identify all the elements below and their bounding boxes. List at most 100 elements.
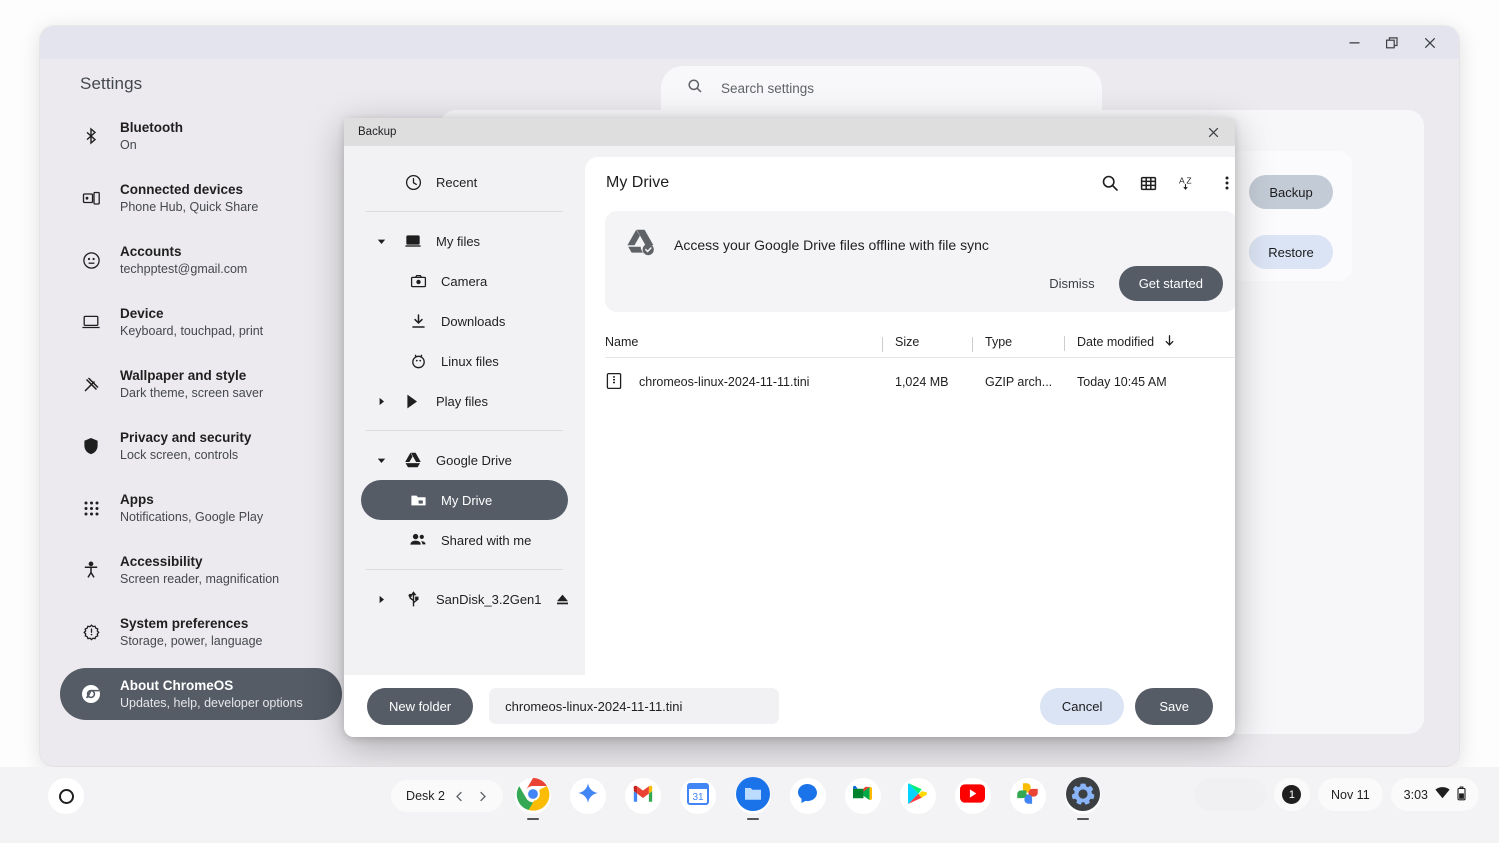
shelf-app-files[interactable]: [735, 778, 771, 814]
dismiss-button[interactable]: Dismiss: [1037, 268, 1107, 299]
sidebar-item-recent[interactable]: Recent: [361, 162, 568, 202]
shelf-app-youtube[interactable]: [955, 778, 991, 814]
sidebar-item-sandisk[interactable]: SanDisk_3.2Gen1: [361, 579, 568, 619]
divider: [366, 569, 563, 570]
svg-text:A: A: [1179, 175, 1185, 185]
file-picker-titlebar: Backup: [344, 118, 1235, 146]
table-header-row: Name Size Type Date modified: [605, 326, 1235, 358]
shelf-app-gemini[interactable]: [570, 778, 606, 814]
sidebar-item-connected-devices[interactable]: Connected devices Phone Hub, Quick Share: [60, 172, 342, 224]
sidebar-item-sublabel: Notifications, Google Play: [120, 510, 263, 525]
play-store-icon: [403, 393, 423, 410]
column-header-date-modified[interactable]: Date modified: [1077, 334, 1235, 350]
column-header-name[interactable]: Name: [605, 335, 895, 349]
sidebar-item-system-preferences[interactable]: System preferences Storage, power, langu…: [60, 606, 342, 658]
sidebar-item-label: Linux files: [441, 354, 499, 369]
chevron-right-icon[interactable]: [475, 791, 491, 802]
chevron-down-icon[interactable]: [373, 237, 390, 246]
sidebar-item-privacy-and-security[interactable]: Privacy and security Lock screen, contro…: [60, 420, 342, 472]
shelf-app-settings[interactable]: [1065, 778, 1101, 814]
search-icon[interactable]: [1093, 167, 1126, 200]
notification-count: 1: [1282, 785, 1301, 804]
sidebar-item-wallpaper-and-style[interactable]: Wallpaper and style Dark theme, screen s…: [60, 358, 342, 410]
sidebar-item-my-files[interactable]: My files: [361, 221, 568, 261]
more-vert-icon[interactable]: [1210, 167, 1235, 200]
close-icon[interactable]: [1197, 118, 1229, 146]
settings-titlebar: [40, 26, 1459, 59]
cancel-button[interactable]: Cancel: [1040, 688, 1124, 725]
sidebar-item-my-drive[interactable]: My Drive: [361, 480, 568, 520]
clock-icon: [403, 174, 423, 191]
handwriting-input-button[interactable]: [1194, 778, 1266, 811]
table-row[interactable]: chromeos-linux-2024-11-11.tini 1,024 MB …: [605, 359, 1235, 405]
play-store-icon: [907, 782, 928, 810]
save-button[interactable]: Save: [1135, 688, 1213, 725]
minimize-icon[interactable]: [1335, 28, 1373, 58]
cell-date-modified: Today 10:45 AM: [1077, 375, 1235, 389]
desk-label: Desk 2: [406, 789, 445, 803]
new-folder-button[interactable]: New folder: [367, 688, 473, 725]
sidebar-item-linux-files[interactable]: Linux files: [361, 341, 568, 381]
shelf-app-gmail[interactable]: [625, 778, 661, 814]
account-icon: [80, 249, 102, 271]
status-chip[interactable]: 3:03: [1391, 778, 1479, 811]
shelf-app-messages[interactable]: [790, 778, 826, 814]
system-tray: 1 Nov 11 3:03: [1194, 778, 1479, 811]
sidebar-item-downloads[interactable]: Downloads: [361, 301, 568, 341]
sidebar-item-label: Connected devices: [120, 182, 258, 198]
sidebar-item-bluetooth[interactable]: Bluetooth On: [60, 110, 342, 162]
shelf-app-photos[interactable]: [1010, 778, 1046, 814]
backup-button[interactable]: Backup: [1249, 175, 1333, 209]
desk-switcher[interactable]: Desk 2: [391, 780, 503, 812]
sidebar-item-accounts[interactable]: Accounts techpptest@gmail.com: [60, 234, 342, 286]
people-icon: [408, 531, 428, 549]
sidebar-item-label: My Drive: [441, 493, 492, 508]
shelf-app-chrome[interactable]: [515, 778, 551, 814]
grid-view-icon[interactable]: [1132, 167, 1165, 200]
archive-file-icon: [605, 372, 623, 393]
filename-input[interactable]: chromeos-linux-2024-11-11.tini: [489, 688, 779, 724]
sidebar-item-play-files[interactable]: Play files: [361, 381, 568, 421]
chevron-left-icon[interactable]: [452, 791, 468, 802]
column-header-date-label: Date modified: [1077, 335, 1154, 349]
sidebar-item-accessibility[interactable]: Accessibility Screen reader, magnificati…: [60, 544, 342, 596]
shelf-app-play-store[interactable]: [900, 778, 936, 814]
eject-icon[interactable]: [555, 592, 570, 607]
sidebar-item-apps[interactable]: Apps Notifications, Google Play: [60, 482, 342, 534]
sidebar-item-sublabel: Lock screen, controls: [120, 448, 251, 463]
svg-text:Z: Z: [1186, 175, 1191, 185]
notification-badge[interactable]: 1: [1274, 778, 1310, 811]
sidebar-item-camera[interactable]: Camera: [361, 261, 568, 301]
sidebar-item-about-chromeos[interactable]: About ChromeOS Updates, help, developer …: [60, 668, 342, 720]
laptop-icon: [80, 311, 102, 333]
shelf-app-calendar[interactable]: 31: [680, 778, 716, 814]
date-chip[interactable]: Nov 11: [1318, 778, 1383, 811]
divider: [366, 211, 563, 212]
shelf-app-meet[interactable]: [845, 778, 881, 814]
sidebar-item-device[interactable]: Device Keyboard, touchpad, print: [60, 296, 342, 348]
chevron-right-icon[interactable]: [373, 397, 390, 406]
calendar-icon: 31: [687, 783, 709, 810]
sidebar-item-sublabel: Screen reader, magnification: [120, 572, 279, 587]
chevron-right-icon[interactable]: [373, 595, 390, 604]
sort-az-icon[interactable]: A Z: [1171, 167, 1204, 200]
sidebar-item-shared-with-me[interactable]: Shared with me: [361, 520, 568, 560]
youtube-icon: [960, 784, 985, 808]
cell-name: chromeos-linux-2024-11-11.tini: [605, 372, 895, 393]
close-icon[interactable]: [1411, 28, 1449, 58]
chevron-down-icon[interactable]: [373, 456, 390, 465]
sidebar-item-label: System preferences: [120, 616, 262, 632]
desktop-background: Settings Search settings Bluetooth On: [0, 0, 1499, 843]
restore-icon[interactable]: [1373, 28, 1411, 58]
file-list-actions: A Z: [1093, 167, 1235, 200]
get-started-button[interactable]: Get started: [1119, 266, 1223, 301]
sidebar-item-google-drive[interactable]: Google Drive: [361, 440, 568, 480]
gmail-icon: [632, 785, 654, 807]
bluetooth-icon: [80, 125, 102, 147]
search-input[interactable]: Search settings: [661, 66, 1102, 110]
camera-icon: [408, 273, 428, 290]
svg-text:31: 31: [692, 792, 704, 803]
usb-icon: [403, 591, 423, 608]
sidebar-item-sublabel: Phone Hub, Quick Share: [120, 200, 258, 215]
restore-button[interactable]: Restore: [1249, 235, 1333, 269]
